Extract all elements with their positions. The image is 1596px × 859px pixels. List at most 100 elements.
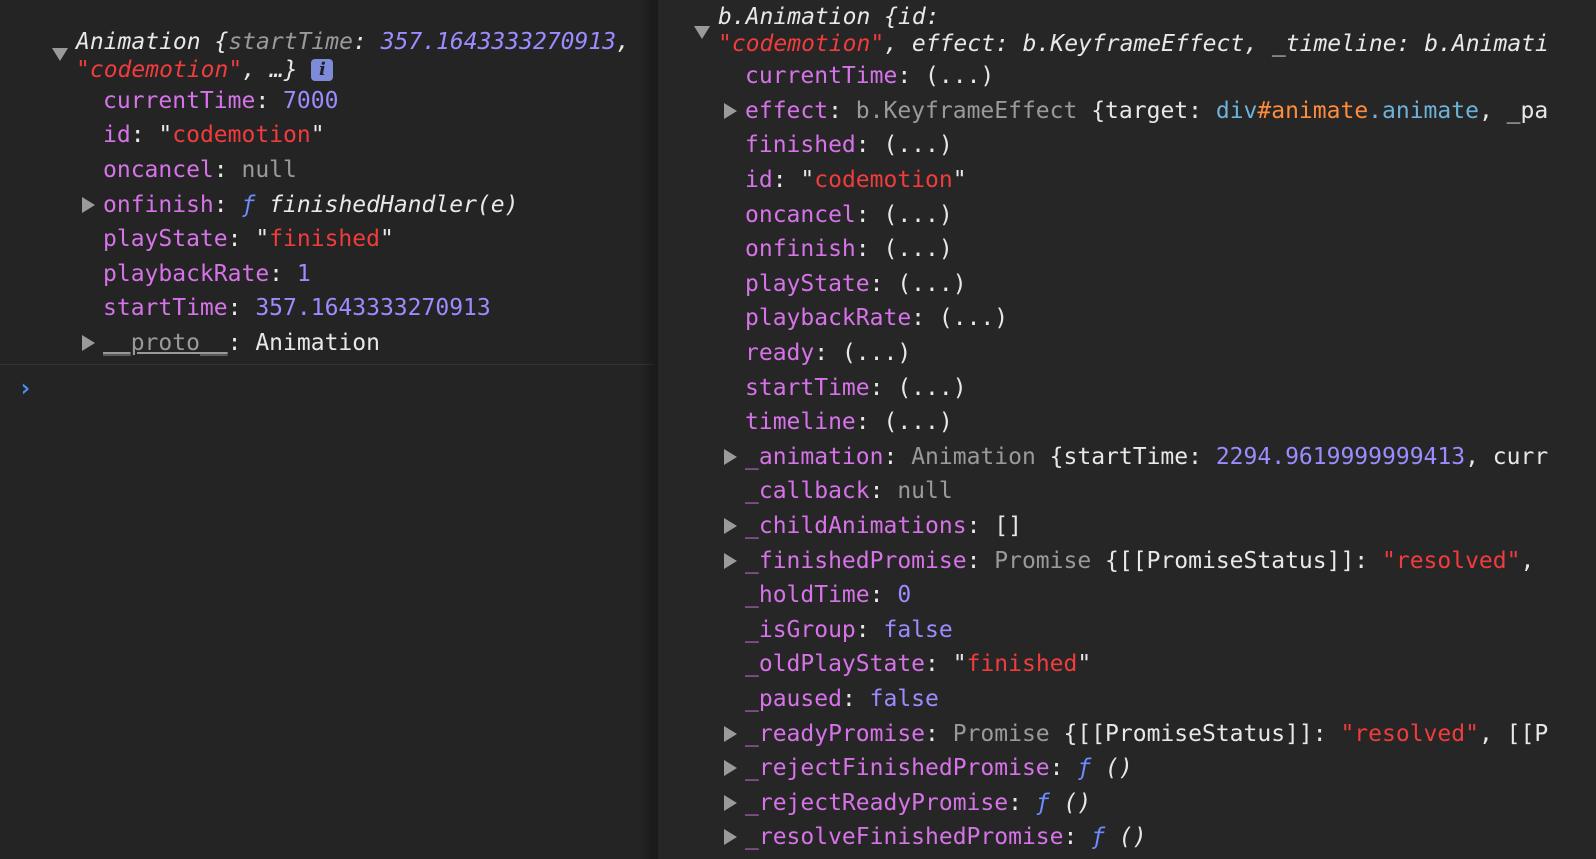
quote: " [379, 226, 394, 252]
prop-row[interactable]: _rejectReadyPromise: ƒ () [745, 788, 1091, 818]
prop-value: () [1105, 755, 1133, 781]
expand-triangle-icon[interactable] [724, 103, 737, 119]
prop-colon: : [227, 330, 256, 356]
prop-string: "resolved" [1340, 721, 1479, 747]
prop-key: id [745, 167, 773, 193]
prop-row: playState: (...) [745, 269, 967, 299]
b-animation-header-line2: "codemotion", effect: b.KeyframeEffect, … [718, 29, 1549, 59]
prop-value: codemotion [814, 167, 953, 193]
prop-key: _finishedPromise [745, 548, 967, 574]
prop-type: Promise [952, 721, 1050, 747]
prop-key: _callback [745, 478, 870, 504]
prop-row[interactable]: _readyPromise: Promise {[[PromiseStatus]… [745, 719, 1548, 749]
pane-separator [640, 0, 658, 859]
prop-tag: div [1215, 98, 1258, 124]
prop-key: effect [745, 98, 829, 124]
console-prompt-icon[interactable]: › [18, 374, 32, 402]
prop-text: {[[PromiseStatus]]: [1091, 548, 1382, 574]
prop-value: 357.1643333270913 [255, 295, 491, 321]
collapse-triangle-icon[interactable] [694, 26, 710, 39]
collapse-triangle-icon[interactable] [52, 48, 68, 61]
prop-key: onfinish [103, 192, 214, 218]
prop-key: __proto__ [103, 330, 228, 356]
prop-text: , curr [1465, 444, 1549, 470]
prop-colon: : [772, 167, 801, 193]
prop-key: _oldPlayState [745, 651, 926, 677]
quote: " [1077, 651, 1092, 677]
prop-value: finished [269, 226, 380, 252]
prop-key: oncancel [103, 157, 214, 183]
prop-key: oncancel [745, 202, 856, 228]
prop-key: startTime [103, 295, 228, 321]
prop-row[interactable]: _animation: Animation {startTime: 2294.9… [745, 442, 1548, 472]
prop-row: _oldPlayState: "finished" [745, 649, 1091, 679]
prop-key: id [103, 122, 131, 148]
expand-triangle-icon[interactable] [724, 760, 737, 776]
header-id-value: "codemotion" [718, 31, 885, 57]
prop-key: _rejectFinishedPromise [745, 755, 1050, 781]
quote: " [952, 651, 967, 677]
prop-colon: : [855, 132, 884, 158]
expand-triangle-icon[interactable] [82, 335, 95, 351]
console-left-pane: Animation {startTime: 357.1643333270913,… [0, 0, 654, 859]
prop-key: ready [745, 340, 815, 366]
function-icon: ƒ [1091, 824, 1106, 850]
prop-row: startTime: 357.1643333270913 [103, 293, 491, 323]
prop-type: Promise [994, 548, 1092, 574]
header-suffix: , …} [242, 57, 298, 83]
prop-row: _paused: false [745, 684, 939, 714]
prop-row[interactable]: __proto__: Animation [103, 328, 380, 358]
prop-text: {startTime: [1035, 444, 1216, 470]
expand-triangle-icon[interactable] [724, 795, 737, 811]
expand-triangle-icon[interactable] [724, 553, 737, 569]
prop-row: timeline: (...) [745, 407, 953, 437]
prop-colon: : [269, 261, 297, 287]
prop-key: currentTime [745, 63, 898, 89]
prop-colon: : [925, 651, 953, 677]
prop-value: (...) [925, 63, 995, 89]
prop-colon: : [855, 236, 884, 262]
expand-triangle-icon[interactable] [724, 726, 737, 742]
prop-colon: : [841, 686, 870, 712]
prop-colon: : [925, 721, 953, 747]
prop-colon: : [869, 375, 898, 401]
prop-row[interactable]: onfinish: ƒ finishedHandler(e) [103, 190, 518, 220]
header-type: b.Animati [1424, 31, 1549, 57]
prop-colon: : [213, 192, 242, 218]
animation-object-header[interactable]: Animation {startTime: 357.1643333270913, [76, 27, 630, 57]
info-icon[interactable]: i [311, 59, 334, 81]
prop-row[interactable]: _childAnimations: [] [745, 511, 1022, 541]
prop-row: onfinish: (...) [745, 234, 953, 264]
b-animation-header[interactable]: b.Animation {id: [718, 2, 940, 32]
prop-value: (...) [883, 202, 953, 228]
prop-key: _resolveFinishedPromise [745, 824, 1064, 850]
header-prefix: Animation { [76, 29, 229, 55]
prop-text: , _pa [1478, 98, 1549, 124]
expand-triangle-icon[interactable] [82, 197, 95, 213]
prop-value: codemotion [172, 122, 311, 148]
expand-triangle-icon[interactable] [724, 829, 737, 845]
prop-value: Animation [255, 330, 380, 356]
prop-row[interactable]: _rejectFinishedPromise: ƒ () [745, 753, 1133, 783]
prop-colon: : [255, 88, 284, 114]
prop-row: _isGroup: false [745, 615, 953, 645]
prop-value: (...) [883, 236, 953, 262]
expand-triangle-icon[interactable] [724, 518, 737, 534]
prop-colon: : [227, 226, 256, 252]
prop-colon: : [855, 617, 884, 643]
prop-row: currentTime: 7000 [103, 86, 338, 116]
prop-row[interactable]: _resolveFinishedPromise: ƒ () [745, 822, 1147, 852]
quote: " [952, 167, 967, 193]
prop-row[interactable]: _finishedPromise: Promise {[[PromiseStat… [745, 546, 1534, 576]
prop-colon: : [869, 271, 898, 297]
prop-colon: : [869, 582, 898, 608]
prop-row[interactable]: effect: b.KeyframeEffect {target: div#an… [745, 96, 1548, 126]
header-type: b.KeyframeEffect [1022, 31, 1245, 57]
prop-row: currentTime: (...) [745, 61, 994, 91]
prop-type: b.KeyframeEffect [855, 98, 1078, 124]
prop-key: currentTime [103, 88, 256, 114]
prop-colon: : [1008, 790, 1036, 816]
prop-row: finished: (...) [745, 130, 953, 160]
expand-triangle-icon[interactable] [724, 449, 737, 465]
prop-value: finishedHandler(e) [269, 192, 519, 218]
